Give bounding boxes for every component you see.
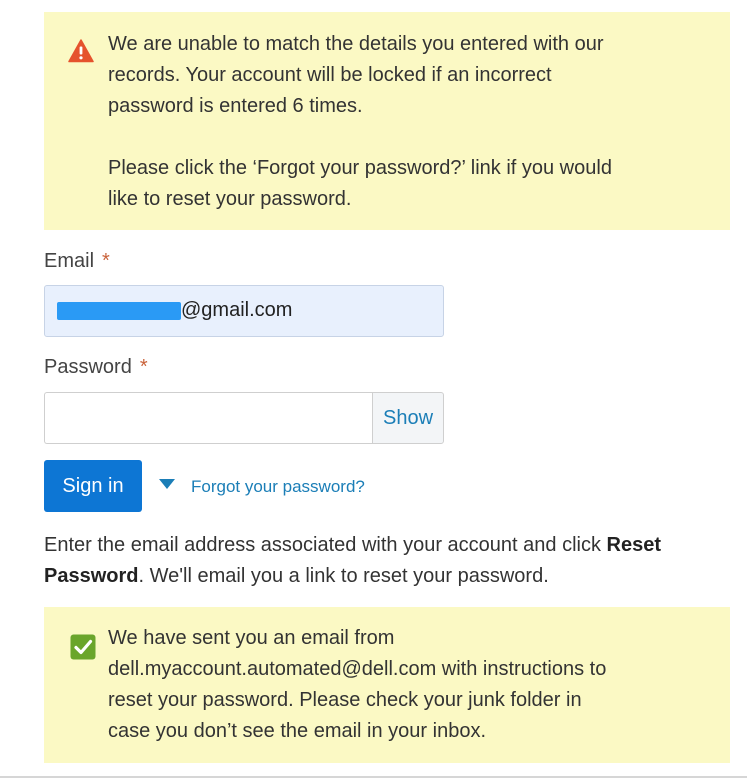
- reset-instructions-text: . We'll email you a link to reset your p…: [138, 565, 549, 587]
- redaction-mark: [57, 302, 181, 320]
- error-alert-paragraph: Please click the ‘Forgot your password?’…: [108, 153, 708, 215]
- email-label: Email *: [44, 250, 110, 273]
- error-alert: We are unable to match the details you e…: [44, 12, 730, 230]
- success-alert-line: case you don’t see the email in your inb…: [108, 720, 486, 742]
- password-label: Password *: [44, 356, 148, 379]
- required-marker: *: [139, 356, 148, 378]
- error-alert-line: like to reset your password.: [108, 188, 352, 210]
- error-alert-line: We are unable to match the details you e…: [108, 33, 604, 55]
- show-password-button[interactable]: Show: [372, 392, 444, 444]
- error-alert-line: password is entered 6 times.: [108, 95, 363, 117]
- error-alert-paragraph: We are unable to match the details you e…: [108, 29, 708, 122]
- caret-down-icon[interactable]: [159, 479, 175, 489]
- bottom-divider: [0, 776, 747, 778]
- success-alert-paragraph: We have sent you an email from dell.myac…: [108, 623, 708, 747]
- email-field-value: @gmail.com: [181, 299, 293, 321]
- warning-triangle-icon: [68, 39, 94, 63]
- reset-instructions-text: Enter the email address associated with …: [44, 534, 607, 556]
- success-alert-line: dell.myaccount.automated@dell.com with i…: [108, 658, 607, 680]
- forgot-password-link[interactable]: Forgot your password?: [191, 477, 365, 497]
- success-alert-line: We have sent you an email from: [108, 627, 395, 649]
- email-field[interactable]: @gmail.com: [44, 285, 444, 337]
- error-alert-message: We are unable to match the details you e…: [108, 29, 708, 215]
- check-box-icon: [70, 634, 96, 660]
- password-field[interactable]: [44, 392, 372, 444]
- reset-instructions: Enter the email address associated with …: [44, 530, 724, 592]
- password-label-text: Password: [44, 356, 132, 378]
- success-alert: We have sent you an email from dell.myac…: [44, 607, 730, 763]
- success-alert-message: We have sent you an email from dell.myac…: [108, 623, 708, 747]
- email-label-text: Email: [44, 250, 95, 272]
- error-alert-line: records. Your account will be locked if …: [108, 64, 552, 86]
- required-marker: *: [102, 250, 110, 272]
- success-alert-line: reset your password. Please check your j…: [108, 689, 582, 711]
- sign-in-button[interactable]: Sign in: [44, 460, 142, 512]
- error-alert-line: Please click the ‘Forgot your password?’…: [108, 157, 612, 179]
